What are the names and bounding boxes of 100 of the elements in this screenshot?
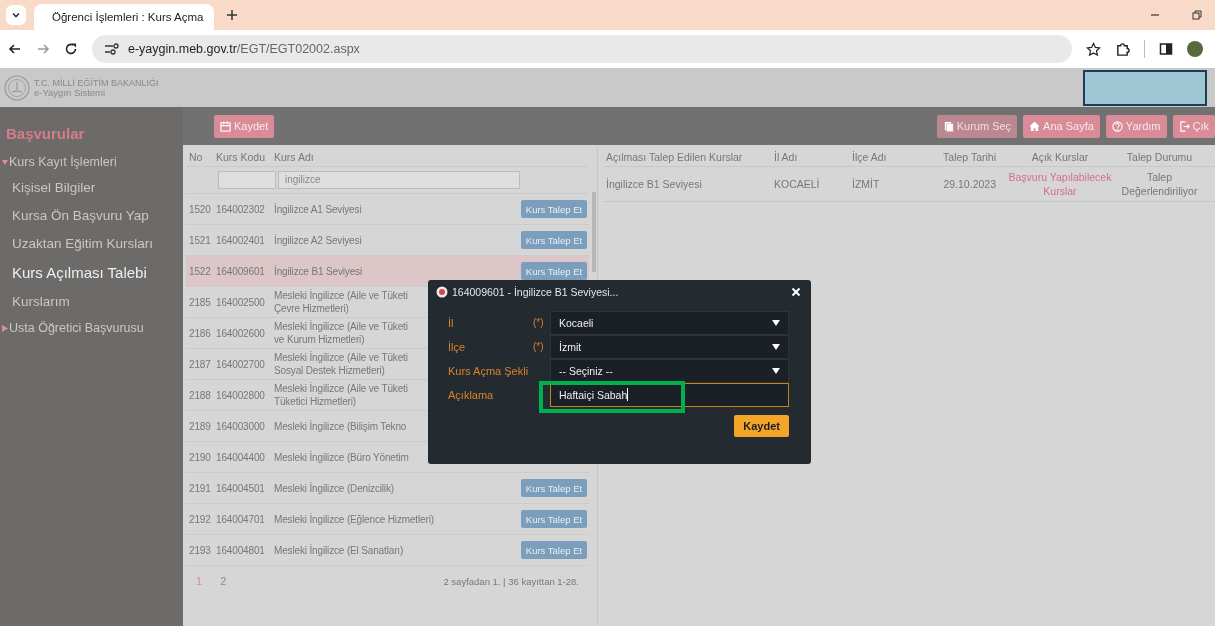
system-name: e-Yaygın Sistemi xyxy=(34,87,107,98)
sidebar-item[interactable]: Kursa Ön Başvuru Yap xyxy=(0,202,183,230)
table-cell-text: 1522 xyxy=(188,265,212,277)
close-icon[interactable] xyxy=(791,287,801,297)
menu-group[interactable]: Kurs Kayıt İşlemleri xyxy=(0,150,183,174)
request-course-button[interactable]: Kurs Talep Et xyxy=(520,479,588,497)
table-cell-text: 2187 xyxy=(188,358,212,370)
reload-icon[interactable] xyxy=(64,42,78,56)
save-button[interactable]: Kaydet xyxy=(734,415,789,437)
toolbar-button[interactable]: Yardım xyxy=(1105,114,1167,138)
table-cell: Mesleki İngilizce (Aile ve Tüketi Çevre Hizmetleri) xyxy=(274,289,408,315)
sidebar-item[interactable]: Kurslarım xyxy=(0,288,183,316)
calendar-icon xyxy=(220,120,231,132)
table-cell: Mesleki İngilizce (Büro Yönetim xyxy=(274,450,409,464)
column-header: İl Adı xyxy=(774,150,799,163)
profile-avatar[interactable] xyxy=(1187,41,1203,57)
table-row[interactable]: 2191 164004501 Mesleki İngilizce (Denizcilik) Kurs Talep Et xyxy=(186,473,589,504)
table-row[interactable]: 2193 164004801 Mesleki İngilizce (El Sanatları) Kurs Talep Et xyxy=(186,535,589,566)
table-cell: Mesleki İngilizce (Bilişim Tekno xyxy=(274,419,407,433)
browser-tab[interactable]: Öğrenci İşlemleri : Kurs Açma xyxy=(34,4,214,30)
toolbar-button[interactable]: Ana Sayfa xyxy=(1023,114,1100,138)
request-course-button[interactable]: Kurs Talep Et xyxy=(520,541,588,559)
address-field[interactable]: e-yaygin.meb.gov.tr/EGT/EGT02002.aspx xyxy=(92,35,1072,63)
tab-list-icon[interactable] xyxy=(6,5,26,25)
table-cell-text: 164002800 xyxy=(216,389,266,401)
name-filter-field[interactable]: ingilizce xyxy=(278,171,520,189)
column-header: Kurs Adı xyxy=(274,150,315,163)
table-cell-text: 2192 xyxy=(188,513,212,525)
column-header: Kurs Kodu xyxy=(216,150,267,163)
caret-icon xyxy=(772,367,780,374)
table-cell: İngilizce A2 Seviyesi xyxy=(274,233,362,247)
request-course-button[interactable]: Kurs Talep Et xyxy=(520,231,588,249)
table-cell-text: Talep Değerlendiriliyor xyxy=(1120,170,1199,198)
request-course-button[interactable]: Kurs Talep Et xyxy=(520,200,588,218)
sidebar-item[interactable]: Kişisel Bilgiler xyxy=(0,174,183,202)
emblem-icon xyxy=(436,286,448,298)
menu-group[interactable]: Usta Öğretici Başvurusu xyxy=(0,316,183,340)
page-link[interactable]: 2 xyxy=(220,575,227,587)
home-icon xyxy=(1029,120,1041,132)
table-cell: İngilizce B1 Seviyesi xyxy=(274,264,362,278)
column-header: Talep Tarihi xyxy=(942,150,997,163)
column-header: Talep Durumu xyxy=(1125,149,1194,164)
table-row[interactable]: 1522 164009601 İngilizce B1 Seviyesi Kurs Talep Et xyxy=(186,256,589,287)
forward-icon[interactable] xyxy=(36,42,50,56)
table-cell-text: 164004501 xyxy=(216,482,266,494)
sidebar-item[interactable]: Kurs Açılması Talebi xyxy=(0,258,183,288)
table-cell-text: 164002302 xyxy=(216,203,266,215)
table-cell-text: İngilizce B1 Seviyesi xyxy=(605,178,703,190)
column-header: No xyxy=(188,150,204,163)
table-cell-text: 164003000 xyxy=(216,420,266,432)
table-cell-text: 164004400 xyxy=(216,451,266,463)
request-course-button[interactable]: Kurs Talep Et xyxy=(520,262,588,280)
field-label: Kurs Açma Şekli xyxy=(448,364,530,377)
dropdown[interactable]: -- Seçiniz -- xyxy=(550,358,789,383)
table-cell-text: 164002500 xyxy=(216,296,266,308)
request-course-button[interactable]: Kurs Talep Et xyxy=(520,510,588,528)
triangle-icon xyxy=(2,324,8,332)
field-label: Açıklama xyxy=(448,388,495,401)
table-cell-text: 164002401 xyxy=(216,234,266,246)
pagination-summary: 2 sayfadan 1. | 36 kayıttan 1-28. xyxy=(443,575,579,587)
table-cell-text: 2189 xyxy=(188,420,212,432)
table-cell-text: 164004801 xyxy=(216,544,266,556)
table-cell-text: KOCAELİ xyxy=(774,178,821,190)
table-cell-text: İZMİT xyxy=(852,178,881,190)
site-info-icon[interactable] xyxy=(104,43,120,55)
restore-icon[interactable] xyxy=(1191,9,1203,21)
table-cell-text: 29.10.2023 xyxy=(942,178,997,190)
column-header: Açık Kurslar xyxy=(1030,150,1090,163)
column-header: Açılması Talep Edilen Kurslar xyxy=(605,150,744,163)
available-courses-link[interactable]: Başvuru Yapılabilecek Kurslar xyxy=(1008,170,1112,198)
toolbar-button[interactable]: Kaydet xyxy=(214,114,275,138)
table-cell-text: 2188 xyxy=(188,389,212,401)
table-cell: Mesleki İngilizce (Denizcilik) xyxy=(274,481,394,495)
side-panel-icon[interactable] xyxy=(1159,42,1173,56)
table-cell-text: 164004701 xyxy=(216,513,266,525)
page-link[interactable]: 1 xyxy=(196,575,203,587)
puzzle-icon[interactable] xyxy=(1115,41,1130,57)
star-icon[interactable] xyxy=(1086,41,1101,57)
dropdown[interactable]: Kocaeli xyxy=(550,310,789,335)
dropdown[interactable]: İzmit xyxy=(550,334,789,359)
toolbar-button[interactable]: Çık xyxy=(1172,114,1215,138)
emblem-icon xyxy=(4,74,30,101)
table-row[interactable]: 2192 164004701 Mesleki İngilizce (Eğlence Hizmetleri) Kurs Talep Et xyxy=(186,504,589,535)
table-cell: Mesleki İngilizce (Aile ve Tüketi Tüketici Hizmetleri) xyxy=(274,382,408,408)
table-row[interactable]: 1520 164002302 İngilizce A1 Seviyesi Kurs Talep Et xyxy=(186,194,589,225)
sidebar-item[interactable]: Uzaktan Eğitim Kursları xyxy=(0,230,183,258)
exit-icon xyxy=(1178,120,1190,132)
document-icon xyxy=(942,120,954,132)
new-tab-icon[interactable] xyxy=(226,9,238,21)
caret-icon xyxy=(772,319,780,326)
table-cell: Mesleki İngilizce (Aile ve Tüketi ve Kurum Hizmetleri) xyxy=(274,320,408,346)
required-mark: (*) xyxy=(533,341,544,352)
table-cell-text: 164002700 xyxy=(216,358,266,370)
triangle-icon xyxy=(2,158,8,166)
ministry-name: T.C. MİLLİ EĞİTİM BAKANLIĞI xyxy=(34,77,159,88)
back-icon[interactable] xyxy=(8,42,22,56)
sidebar-title: Başvurular xyxy=(5,125,86,144)
code-filter-field[interactable] xyxy=(218,171,276,189)
caret-icon xyxy=(772,343,780,350)
field-label: İl xyxy=(448,316,455,329)
